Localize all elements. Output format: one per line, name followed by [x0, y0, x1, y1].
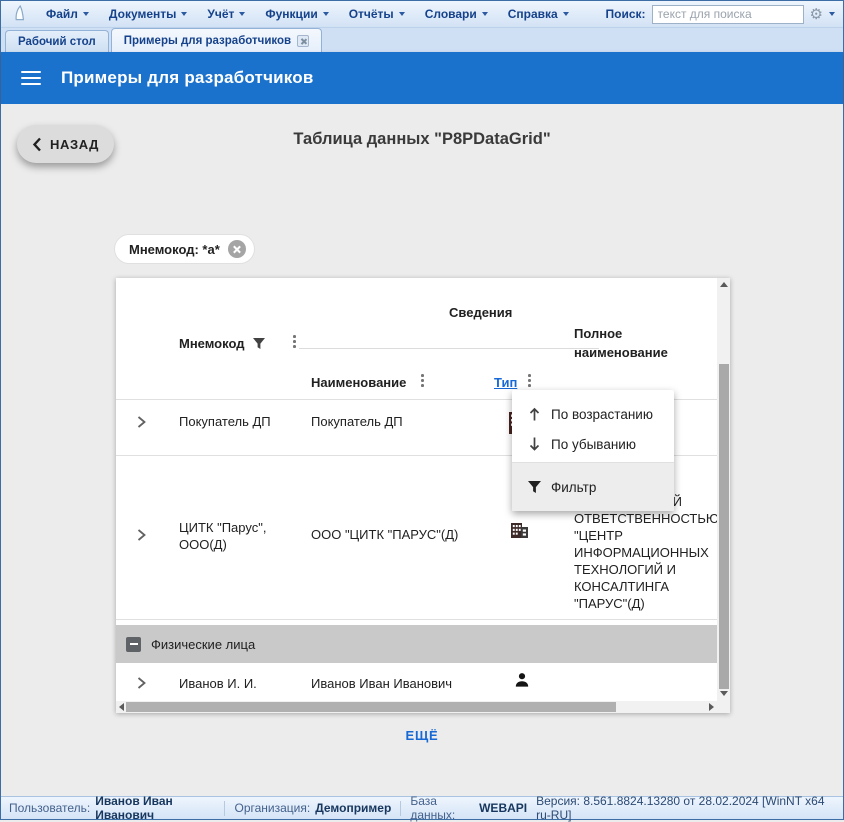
row-expand-icon[interactable]	[136, 415, 147, 429]
chevron-down-icon	[482, 12, 488, 16]
chevron-down-icon	[83, 12, 89, 16]
tab-developer-examples-label: Примеры для разработчиков	[124, 35, 291, 47]
menu-accounting[interactable]: Учёт	[198, 4, 254, 24]
menu-item-sort-descending[interactable]: По убыванию	[512, 430, 674, 458]
status-database-label: База данных:	[410, 794, 474, 822]
horizontal-scrollbar-thumb[interactable]	[126, 702, 616, 712]
menu-reports-label: Отчёты	[349, 7, 394, 21]
cell-mnemo: ЦИТК "Парус", ООО(Д)	[179, 519, 281, 553]
filter-chip[interactable]: Мнемокод: *а*	[114, 234, 255, 264]
tab-close-icon[interactable]	[297, 35, 309, 47]
chevron-down-icon	[323, 12, 329, 16]
cell-mnemo: Покупатель ДП	[179, 414, 271, 429]
cell-name: Иванов Иван Иванович	[311, 676, 452, 691]
hamburger-menu-icon[interactable]	[21, 71, 41, 86]
row-expand-icon[interactable]	[136, 676, 147, 690]
status-database: База данных: WEBAPI	[401, 801, 536, 816]
tab-desktop[interactable]: Рабочий стол	[5, 30, 109, 52]
chevron-down-icon	[563, 12, 569, 16]
chevron-down-icon[interactable]	[829, 12, 835, 16]
menu-reports[interactable]: Отчёты	[340, 4, 414, 24]
person-icon	[514, 672, 530, 688]
collapse-section-button[interactable]	[126, 637, 141, 652]
status-bar: Пользователь: Иванов Иван Иванович Орган…	[1, 796, 843, 819]
page-content: НАЗАД Таблица данных "P8PDataGrid" Мнемо…	[1, 104, 843, 796]
status-user-label: Пользователь:	[9, 801, 90, 815]
filter-active-icon	[252, 337, 266, 350]
row-expand-icon[interactable]	[136, 528, 147, 542]
scroll-up-icon[interactable]	[720, 282, 728, 287]
status-database-value: WEBAPI	[479, 801, 527, 815]
vertical-scrollbar[interactable]	[717, 278, 730, 701]
status-organization-value: Демопример	[315, 801, 391, 815]
workspace-tabbar: Рабочий стол Примеры для разработчиков	[1, 28, 843, 52]
menu-functions-label: Функции	[265, 7, 317, 21]
column-group-header: Сведения	[449, 305, 512, 320]
status-version: Версия: 8.561.8824.13280 от 28.02.2024 […	[536, 794, 835, 822]
page-title: Таблица данных "P8PDataGrid"	[1, 130, 843, 149]
menu-dictionaries[interactable]: Словари	[416, 4, 497, 24]
column-header-mnemo[interactable]: Мнемокод	[179, 336, 244, 351]
arrow-up-icon	[527, 406, 542, 422]
chevron-down-icon	[181, 12, 187, 16]
menu-help[interactable]: Справка	[499, 4, 578, 24]
scrollbar-corner	[717, 701, 730, 713]
menu-item-label: Фильтр	[551, 480, 596, 495]
menu-documents[interactable]: Документы	[100, 4, 196, 24]
load-more-button[interactable]: ЕЩЁ	[1, 728, 843, 743]
arrow-down-icon	[527, 436, 542, 452]
cell-name: Покупатель ДП	[311, 414, 403, 429]
organization-building-icon	[510, 522, 529, 539]
search-label: Поиск:	[606, 7, 646, 21]
menu-documents-label: Документы	[109, 7, 176, 21]
column-header-type[interactable]: Тип	[494, 375, 517, 390]
column-sort-menu: По возрастанию По убыванию Фильтр	[512, 390, 674, 511]
menu-item-label: По возрастанию	[551, 407, 653, 422]
tab-developer-examples[interactable]: Примеры для разработчиков	[111, 28, 322, 52]
menu-item-label: По убыванию	[551, 437, 636, 452]
scroll-left-icon[interactable]	[119, 703, 124, 711]
table-row[interactable]: Иванов И. И. Иванов Иван Иванович	[116, 668, 717, 701]
search-input[interactable]	[652, 5, 804, 24]
menu-item-sort-ascending[interactable]: По возрастанию	[512, 400, 674, 428]
status-user: Пользователь: Иванов Иван Иванович	[9, 801, 225, 816]
menu-accounting-label: Учёт	[207, 7, 234, 21]
cell-name: ООО "ЦИТК "ПАРУС"(Д)	[311, 527, 458, 542]
menu-functions[interactable]: Функции	[256, 4, 337, 24]
group-underline	[299, 348, 599, 349]
horizontal-scrollbar[interactable]	[116, 701, 717, 713]
app-header-title: Примеры для разработчиков	[61, 68, 314, 88]
cell-mnemo: Иванов И. И.	[179, 676, 257, 691]
status-organization-label: Организация:	[234, 801, 310, 815]
scroll-down-icon[interactable]	[720, 691, 728, 696]
gear-icon[interactable]: ⚙	[810, 7, 823, 22]
filter-chip-label: Мнемокод: *а*	[129, 242, 220, 257]
main-menubar: Файл Документы Учёт Функции Отчёты Слова…	[1, 1, 843, 28]
scroll-right-icon[interactable]	[709, 703, 714, 711]
column-header-name[interactable]: Наименование	[311, 375, 406, 390]
menu-help-label: Справка	[508, 7, 558, 21]
filter-icon	[527, 480, 542, 494]
status-user-value: Иванов Иван Иванович	[95, 794, 215, 822]
menu-file-label: Файл	[46, 7, 78, 21]
section-header-label: Физические лица	[151, 637, 255, 652]
search-area: Поиск: ⚙	[606, 5, 835, 24]
menu-file[interactable]: Файл	[37, 4, 98, 24]
chip-close-icon[interactable]	[228, 240, 246, 258]
vertical-scrollbar-thumb[interactable]	[719, 364, 729, 689]
column-header-fullname[interactable]: Полное наименование	[574, 324, 706, 362]
chevron-down-icon	[239, 12, 245, 16]
app-header: Примеры для разработчиков	[1, 52, 843, 104]
chevron-down-icon	[399, 12, 405, 16]
menu-item-filter[interactable]: Фильтр	[512, 463, 674, 511]
menu-dictionaries-label: Словари	[425, 7, 477, 21]
status-organization: Организация: Демопример	[225, 801, 401, 816]
section-header-individuals: Физические лица	[116, 625, 717, 663]
tab-desktop-label: Рабочий стол	[18, 36, 96, 48]
parus-sail-logo-icon	[9, 4, 29, 24]
